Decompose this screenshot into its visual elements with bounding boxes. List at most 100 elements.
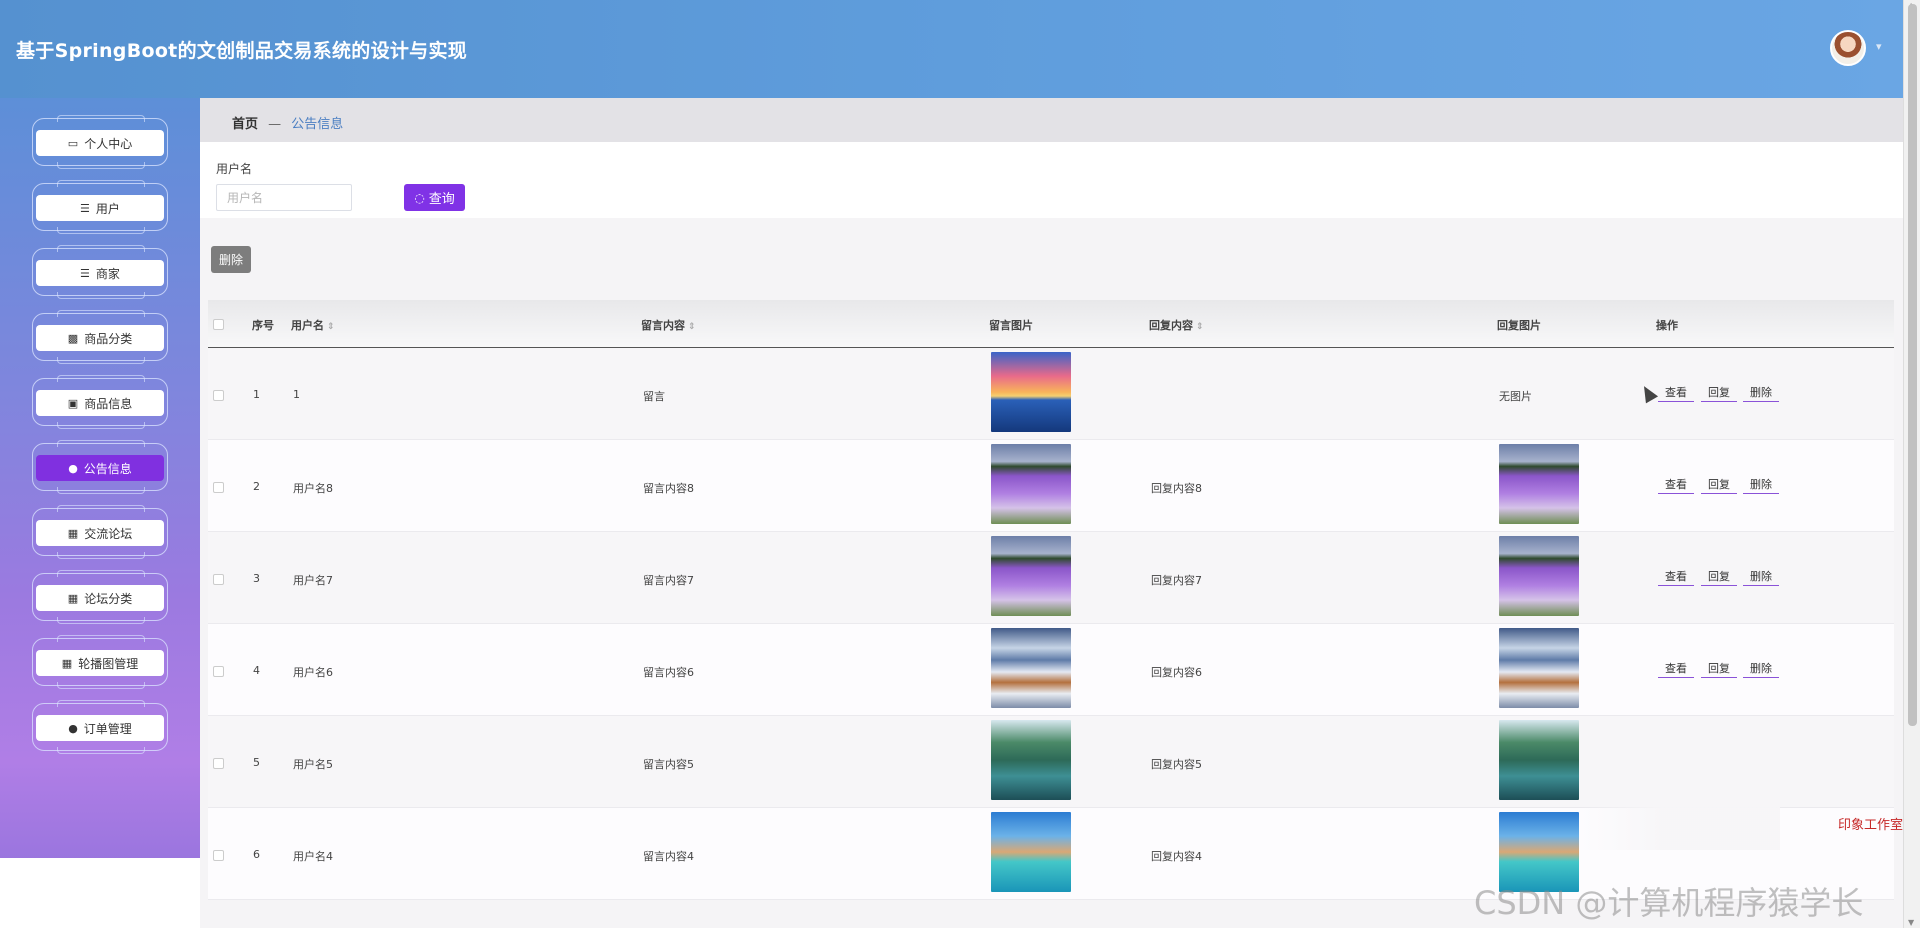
nav-pill[interactable]: ▭ 个人中心 xyxy=(36,130,164,156)
cell-content: 留言内容8 xyxy=(643,482,694,495)
cell-reply: 回复内容4 xyxy=(1151,850,1202,863)
delete-button[interactable]: 删除 xyxy=(1743,566,1779,586)
cell-username: 用户名4 xyxy=(293,850,333,863)
cell-index: 1 xyxy=(253,388,260,401)
message-image[interactable] xyxy=(991,444,1071,524)
nav-pill[interactable]: ▩ 商品分类 xyxy=(36,325,164,351)
nav-icon: ● xyxy=(68,461,78,475)
chevron-down-icon[interactable]: ▾ xyxy=(1876,40,1882,53)
reply-image[interactable] xyxy=(1499,720,1579,800)
sidebar-item[interactable]: ▦ 交流论坛 xyxy=(32,505,168,559)
row-checkbox[interactable] xyxy=(213,666,224,677)
nav-icon: ▦ xyxy=(67,591,79,605)
delete-button[interactable]: 删除 xyxy=(1743,382,1779,402)
cell-index: 3 xyxy=(253,572,260,585)
cell-index: 4 xyxy=(253,664,260,677)
reply-image[interactable] xyxy=(1499,628,1579,708)
scroll-down-icon[interactable]: ▼ xyxy=(1908,918,1914,927)
row-checkbox[interactable] xyxy=(213,758,224,769)
table-row: 4 用户名6 留言内容6 回复内容6 查看 回复 删除 xyxy=(208,624,1894,716)
nav-pill[interactable]: ☰ 商家 xyxy=(36,260,164,286)
message-image[interactable] xyxy=(991,628,1071,708)
breadcrumb-home[interactable]: 首页 xyxy=(232,117,258,132)
cell-reply: 回复内容6 xyxy=(1151,666,1202,679)
nav-pill[interactable]: ☰ 用户 xyxy=(36,195,164,221)
cell-content: 留言 xyxy=(643,390,665,403)
nav-label: 轮播图管理 xyxy=(78,656,139,671)
header-content[interactable]: 留言内容 ⇕ xyxy=(641,317,696,333)
table-header: 序号 用户名 ⇕ 留言内容 ⇕ 留言图片 回复内容 ⇕ 回复图片 操作 xyxy=(208,300,1894,348)
cell-username: 用户名6 xyxy=(293,666,333,679)
top-header: 基于SpringBoot的文创制品交易系统的设计与实现 ▾ xyxy=(0,0,1920,98)
message-image[interactable] xyxy=(991,352,1071,432)
scroll-thumb[interactable] xyxy=(1908,4,1917,726)
table-row: 2 用户名8 留言内容8 回复内容8 查看 回复 删除 xyxy=(208,440,1894,532)
nav-label: 论坛分类 xyxy=(84,591,133,606)
cell-content: 留言内容5 xyxy=(643,758,694,771)
sort-icon[interactable]: ⇕ xyxy=(327,322,335,332)
user-avatar[interactable] xyxy=(1830,30,1866,66)
reply-button[interactable]: 回复 xyxy=(1701,658,1737,678)
sidebar-item[interactable]: ▦ 轮播图管理 xyxy=(32,635,168,689)
sidebar-item[interactable]: ▦ 论坛分类 xyxy=(32,570,168,624)
row-checkbox[interactable] xyxy=(213,574,224,585)
search-button[interactable]: ◌ 查询 xyxy=(404,184,465,211)
sidebar-item[interactable]: ☰ 用户 xyxy=(32,180,168,234)
row-checkbox[interactable] xyxy=(213,390,224,401)
search-icon: ◌ xyxy=(414,190,425,205)
delete-button[interactable]: 删除 xyxy=(1743,474,1779,494)
nav-label: 商家 xyxy=(95,266,120,281)
cell-content: 留言内容4 xyxy=(643,850,694,863)
sidebar-item[interactable]: ● 公告信息 xyxy=(32,440,168,494)
nav-label: 交流论坛 xyxy=(84,526,133,541)
nav-icon: ▣ xyxy=(67,396,79,410)
search-button-label: 查询 xyxy=(428,192,455,207)
delete-button[interactable]: 删除 xyxy=(1743,658,1779,678)
reply-image[interactable] xyxy=(1499,444,1579,524)
message-image[interactable] xyxy=(991,536,1071,616)
header-username[interactable]: 用户名 ⇕ xyxy=(291,317,335,333)
view-button[interactable]: 查看 xyxy=(1658,474,1694,494)
nav-icon: ▩ xyxy=(67,331,79,345)
row-checkbox[interactable] xyxy=(213,850,224,861)
header-username-label: 用户名 xyxy=(291,319,324,332)
view-button[interactable]: 查看 xyxy=(1658,658,1694,678)
bulk-delete-button[interactable]: 删除 xyxy=(211,246,251,273)
sidebar-item[interactable]: ● 订单管理 xyxy=(32,700,168,754)
header-content-label: 留言内容 xyxy=(641,319,685,332)
sidebar-item[interactable]: ☰ 商家 xyxy=(32,245,168,299)
cell-username: 用户名8 xyxy=(293,482,333,495)
reply-image[interactable] xyxy=(1499,536,1579,616)
header-reply[interactable]: 回复内容 ⇕ xyxy=(1149,317,1204,333)
breadcrumb-bar: 首页 — 公告信息 xyxy=(200,98,1903,142)
sidebar-item[interactable]: ▩ 商品分类 xyxy=(32,310,168,364)
sidebar-item[interactable]: ▣ 商品信息 xyxy=(32,375,168,429)
row-checkbox[interactable] xyxy=(213,482,224,493)
nav-pill[interactable]: ▦ 轮播图管理 xyxy=(36,650,164,676)
nav-pill[interactable]: ● 公告信息 xyxy=(36,455,164,481)
message-image[interactable] xyxy=(991,720,1071,800)
view-button[interactable]: 查看 xyxy=(1658,566,1694,586)
page-scrollbar[interactable]: ▲ ▼ xyxy=(1903,0,1920,928)
cell-index: 5 xyxy=(253,756,260,769)
sort-icon[interactable]: ⇕ xyxy=(1196,322,1204,332)
nav-pill[interactable]: ▦ 交流论坛 xyxy=(36,520,164,546)
sort-icon[interactable]: ⇕ xyxy=(688,322,696,332)
nav-pill[interactable]: ▣ 商品信息 xyxy=(36,390,164,416)
username-search-input[interactable] xyxy=(216,184,352,211)
nav-icon: ● xyxy=(68,721,78,735)
nav-icon: ☰ xyxy=(80,201,90,215)
view-button[interactable]: 查看 xyxy=(1658,382,1694,402)
cell-reply: 回复内容5 xyxy=(1151,758,1202,771)
csdn-watermark: CSDN @计算机程序猿学长 xyxy=(1474,884,1864,922)
nav-label: 订单管理 xyxy=(83,721,132,736)
nav-pill[interactable]: ● 订单管理 xyxy=(36,715,164,741)
nav-pill[interactable]: ▦ 论坛分类 xyxy=(36,585,164,611)
nav-label: 商品信息 xyxy=(84,396,133,411)
reply-button[interactable]: 回复 xyxy=(1701,474,1737,494)
reply-button[interactable]: 回复 xyxy=(1701,566,1737,586)
reply-button[interactable]: 回复 xyxy=(1701,382,1737,402)
select-all-checkbox[interactable] xyxy=(213,319,224,330)
sidebar-item[interactable]: ▭ 个人中心 xyxy=(32,115,168,169)
message-image[interactable] xyxy=(991,812,1071,892)
